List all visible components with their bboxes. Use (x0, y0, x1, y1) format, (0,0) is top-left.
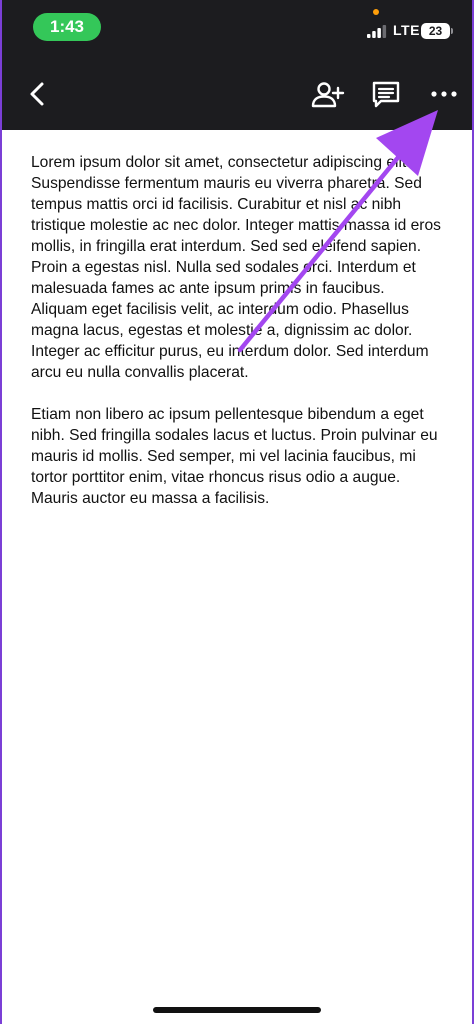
status-time: 1:43 (33, 13, 101, 41)
status-bar: 1:43 LTE 23 (0, 0, 474, 60)
document-paragraph[interactable]: Etiam non libero ac ipsum pellentesque b… (31, 404, 443, 509)
network-type: LTE (393, 22, 420, 38)
share-add-person-button[interactable] (311, 80, 345, 110)
document-content[interactable]: Lorem ipsum dolor sit amet, consectetur … (31, 152, 443, 530)
add-person-icon (311, 82, 345, 108)
home-indicator[interactable] (153, 1007, 321, 1013)
app-toolbar: 1:43 LTE 23 (0, 0, 474, 130)
document-paragraph[interactable]: Lorem ipsum dolor sit amet, consectetur … (31, 152, 443, 383)
battery-level: 23 (421, 23, 450, 39)
chevron-left-icon (30, 82, 44, 106)
privacy-indicator-dot (373, 9, 379, 15)
more-options-button[interactable] (429, 84, 459, 104)
comment-icon (372, 81, 400, 108)
cellular-signal-icon (367, 25, 387, 38)
more-horizontal-icon (431, 91, 457, 97)
battery-tip (451, 28, 453, 34)
comments-button[interactable] (371, 80, 401, 110)
back-button[interactable] (24, 80, 52, 108)
